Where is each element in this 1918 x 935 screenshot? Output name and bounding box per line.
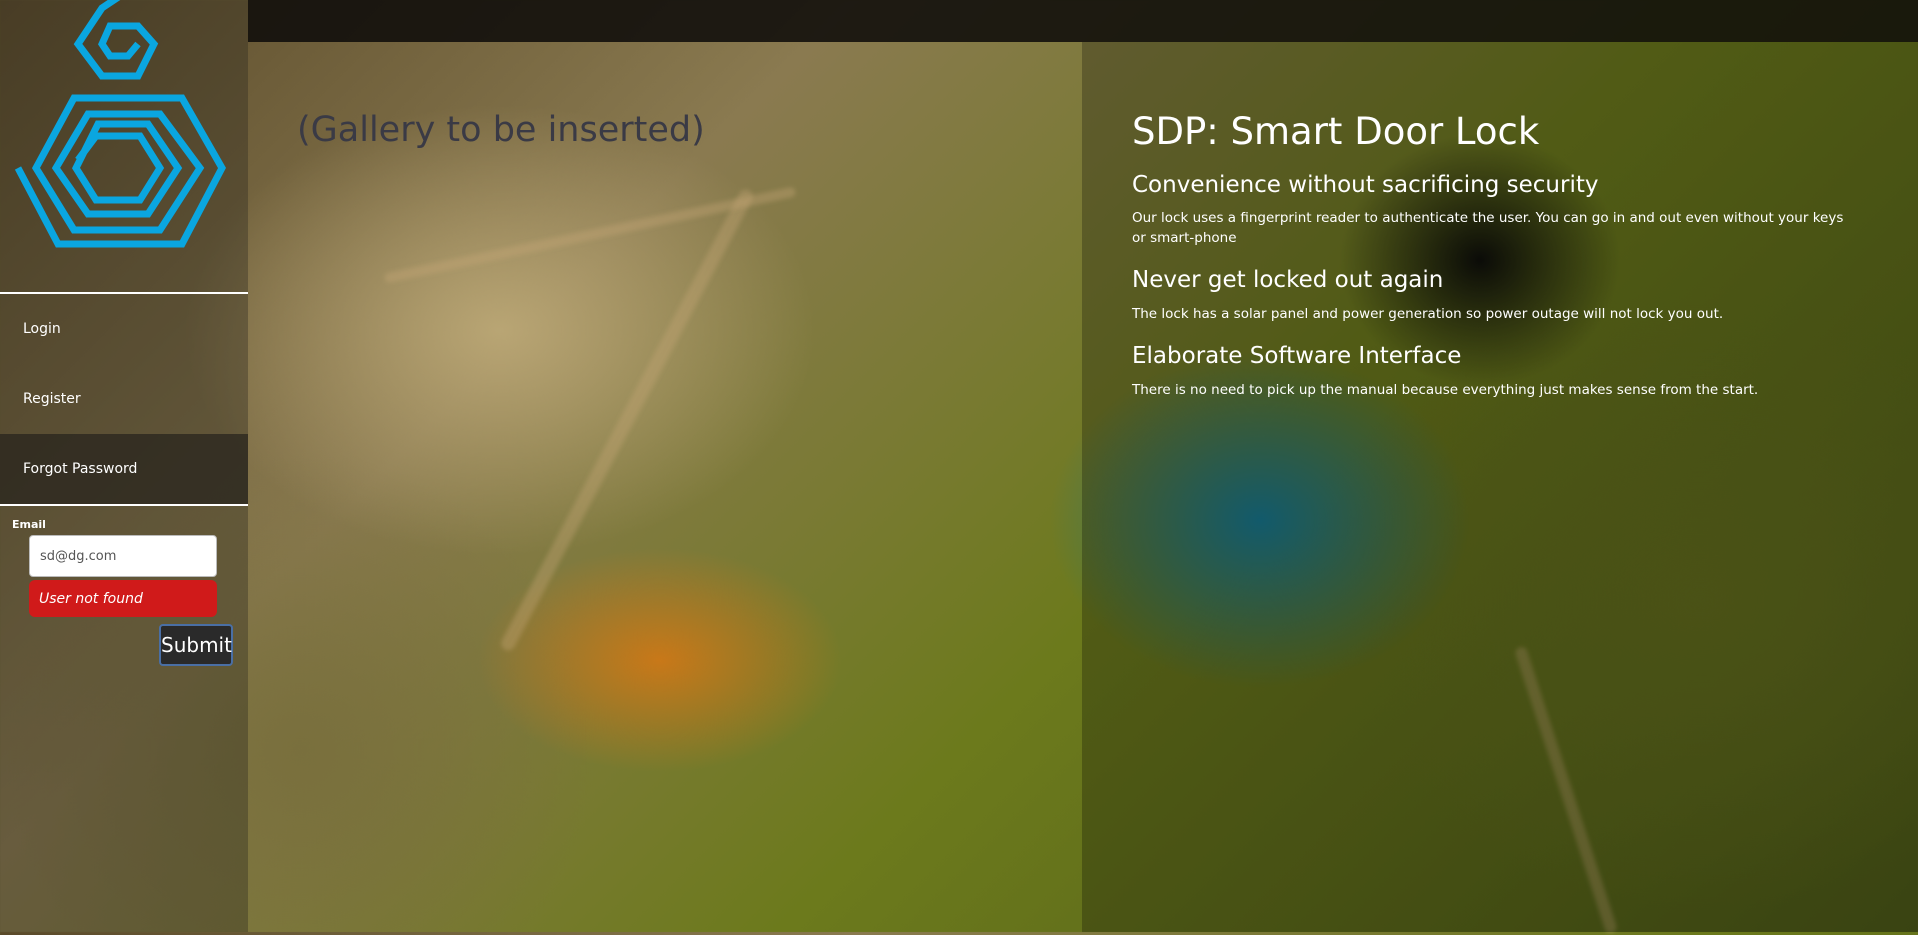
sidebar-divider	[0, 504, 248, 506]
gallery-placeholder: (Gallery to be inserted)	[297, 110, 705, 150]
error-message: User not found	[29, 580, 217, 617]
feature-text: There is no need to pick up the manual b…	[1132, 382, 1759, 398]
submit-button[interactable]: Submit	[159, 624, 233, 666]
product-title: SDP: Smart Door Lock	[1132, 110, 1540, 153]
feature-heading: Never get locked out again	[1132, 267, 1444, 293]
top-bar	[248, 0, 1918, 42]
email-field[interactable]	[29, 535, 217, 577]
nav-register[interactable]: Register	[0, 364, 248, 434]
feature-text: Our lock uses a fingerprint reader to au…	[1132, 210, 1844, 246]
feature-text: The lock has a solar panel and power gen…	[1132, 306, 1724, 322]
feature-heading: Convenience without sacrificing security	[1132, 172, 1599, 198]
email-label: Email	[12, 518, 46, 531]
nav-forgot-password[interactable]: Forgot Password	[0, 434, 248, 504]
feature-heading: Elaborate Software Interface	[1132, 343, 1462, 369]
logo-spiral-icon	[14, 0, 226, 248]
sidebar: Login Register Forgot Password Email Use…	[0, 0, 248, 932]
background-branch	[498, 187, 756, 653]
background-branch	[383, 186, 797, 284]
nav-login[interactable]: Login	[0, 294, 248, 364]
